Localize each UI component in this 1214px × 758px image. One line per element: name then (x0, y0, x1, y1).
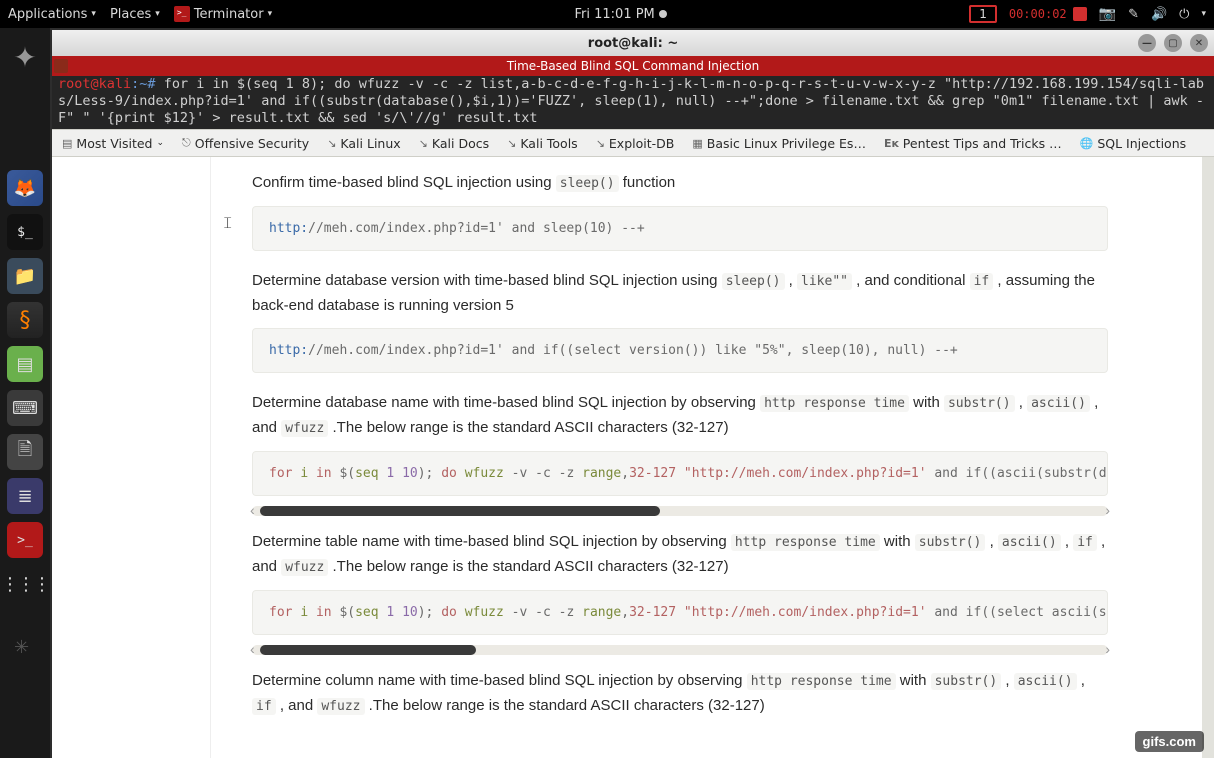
bookmark-offensive-security[interactable]: ⎋Offensive Security (182, 136, 309, 151)
horizontal-scrollbar-1[interactable] (252, 506, 1108, 516)
code-sleep: sleep() (556, 175, 619, 192)
top-panel: Applications ▾ Places ▾ Terminator ▾ Fri… (0, 0, 1214, 28)
terminator-icon (174, 6, 190, 22)
para-version: Determine database version with time-bas… (252, 269, 1108, 318)
dock: 🦊 $_ 📁 § ▤ ⌨ 🗎 ≣ >_ ⋮⋮⋮ (4, 170, 46, 602)
bookmark-kali-linux[interactable]: ↘Kali Linux (327, 136, 400, 151)
para-column-name: Determine column name with time-based bl… (252, 669, 1108, 719)
prompt-user: root@kali (58, 76, 131, 92)
link-icon: ↘ (596, 137, 605, 150)
terminal-command: for i in $(seq 1 8); do wfuzz -v -c -z l… (58, 76, 1204, 126)
anchor-icon: ✳ (14, 637, 29, 658)
gifs-watermark: gifs.com (1135, 731, 1204, 752)
terminal-tab-bar[interactable]: Time-Based Blind SQL Command Injection (52, 56, 1214, 76)
main-window: root@kali: ~ — ▢ ✕ Time-Based Blind SQL … (52, 30, 1214, 758)
dock-keyboard[interactable]: ⌨ (7, 390, 43, 426)
tab-menu-icon[interactable] (54, 59, 68, 73)
code-block-4[interactable]: for i in $(seq 1 10); do wfuzz -v -c -z … (252, 590, 1108, 635)
chevron-down-icon: ▾ (155, 9, 160, 19)
page-scroll[interactable]: 𝙸 Confirm time-based blind SQL injection… (52, 157, 1202, 758)
terminator-label: Terminator (194, 7, 264, 22)
bookmark-bar: ▤Most Visited⌄ ⎋Offensive Security ↘Kali… (52, 129, 1214, 157)
workspace-indicator[interactable]: 1 (969, 5, 997, 23)
terminal-body[interactable]: root@kali:~# for i in $(seq 1 8); do wfu… (52, 76, 1214, 129)
para-db-name: Determine database name with time-based … (252, 391, 1108, 441)
dock-editor[interactable]: ≣ (7, 478, 43, 514)
screen-recorder-timer[interactable]: 00:00:02 (1009, 7, 1087, 21)
activities-icon[interactable]: ✦ (4, 36, 46, 78)
dock-files[interactable]: 📁 (7, 258, 43, 294)
dock-terminator[interactable]: >_ (7, 522, 43, 558)
link-icon: ↘ (327, 137, 336, 150)
record-dot-icon (659, 10, 667, 18)
link-icon: ↘ (507, 137, 516, 150)
applications-label: Applications (8, 7, 87, 22)
browser-content: 𝙸 Confirm time-based blind SQL injection… (52, 157, 1214, 758)
prompt-path: :~# (131, 76, 155, 92)
bookmark-exploit-db[interactable]: ↘Exploit-DB (596, 136, 675, 151)
record-stop-icon (1073, 7, 1087, 21)
terminator-menu[interactable]: Terminator ▾ (174, 6, 272, 22)
power-icon[interactable]: ⏻ (1179, 7, 1189, 22)
bookmark-icon: ▤ (62, 137, 72, 150)
clock[interactable]: Fri 11:01 PM (272, 7, 969, 22)
terminal-tab-title: Time-Based Blind SQL Command Injection (507, 59, 759, 73)
article: Confirm time-based blind SQL injection u… (252, 171, 1108, 729)
dock-terminal[interactable]: $_ (7, 214, 43, 250)
text-cursor-icon: 𝙸 (222, 213, 233, 233)
bookmark-basic-linux[interactable]: ▦Basic Linux Privilege Es… (692, 136, 866, 151)
link-icon: ⎋ (182, 136, 191, 150)
dock-burp[interactable]: § (7, 302, 43, 338)
dock-document[interactable]: 🗎 (7, 434, 43, 470)
scrollbar-thumb[interactable] (260, 645, 476, 655)
chevron-down-icon: ▾ (91, 9, 96, 19)
camera-icon[interactable]: 📷 (1099, 6, 1116, 22)
chevron-down-icon[interactable]: ▾ (1201, 9, 1206, 19)
close-button[interactable]: ✕ (1190, 34, 1208, 52)
scrollbar-thumb[interactable] (260, 506, 660, 516)
bookmark-sql-injections[interactable]: 🌐SQL Injections (1080, 136, 1187, 151)
link-icon: ↘ (419, 137, 428, 150)
bookmark-most-visited[interactable]: ▤Most Visited⌄ (62, 136, 164, 151)
code-block-1[interactable]: http:http://meh.com/index.php?id=1' and … (252, 206, 1108, 251)
bookmark-icon: Eĸ (884, 137, 899, 150)
chevron-down-icon: ⌄ (157, 138, 165, 148)
minimize-button[interactable]: — (1138, 34, 1156, 52)
places-menu[interactable]: Places ▾ (110, 7, 160, 22)
places-label: Places (110, 7, 151, 22)
picker-icon[interactable]: ✎ (1128, 7, 1139, 22)
horizontal-scrollbar-2[interactable] (252, 645, 1108, 655)
dock-firefox[interactable]: 🦊 (7, 170, 43, 206)
bookmark-icon: ▦ (692, 137, 702, 150)
globe-icon: 🌐 (1080, 137, 1094, 150)
para-confirm: Confirm time-based blind SQL injection u… (252, 171, 1108, 196)
bookmark-pentest-tips[interactable]: EĸPentest Tips and Tricks … (884, 136, 1062, 151)
para-table-name: Determine table name with time-based bli… (252, 530, 1108, 580)
window-title: root@kali: ~ (588, 36, 678, 51)
code-block-2[interactable]: http://meh.com/index.php?id=1' and if((s… (252, 328, 1108, 373)
dock-notes[interactable]: ▤ (7, 346, 43, 382)
dock-apps-grid[interactable]: ⋮⋮⋮ (7, 566, 43, 602)
code-block-3[interactable]: for i in $(seq 1 10); do wfuzz -v -c -z … (252, 451, 1108, 496)
window-titlebar[interactable]: root@kali: ~ — ▢ ✕ (52, 30, 1214, 56)
volume-icon[interactable]: 🔊 (1151, 7, 1167, 22)
vertical-scrollbar[interactable] (1202, 157, 1214, 758)
applications-menu[interactable]: Applications ▾ (8, 7, 96, 22)
maximize-button[interactable]: ▢ (1164, 34, 1182, 52)
bookmark-kali-docs[interactable]: ↘Kali Docs (419, 136, 489, 151)
bookmark-kali-tools[interactable]: ↘Kali Tools (507, 136, 578, 151)
